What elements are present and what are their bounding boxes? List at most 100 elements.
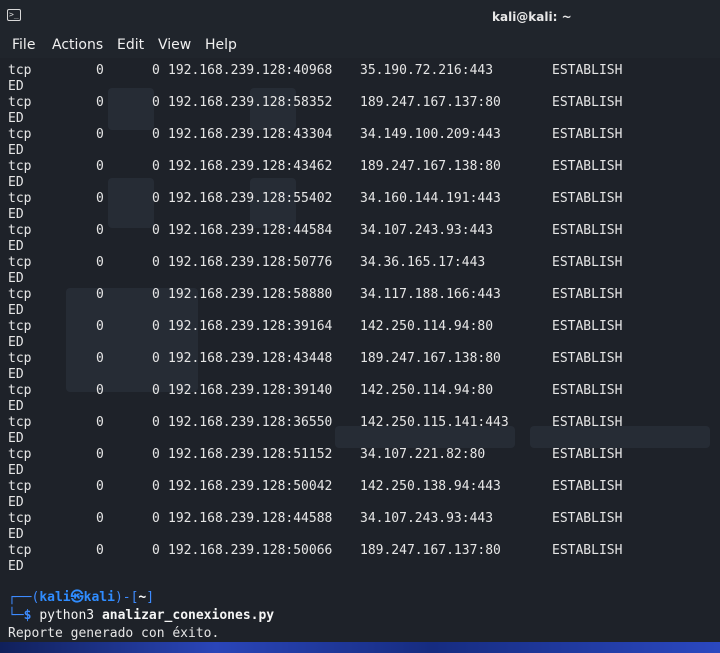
connection-foreign-address: 34.107.243.93:443 xyxy=(360,511,494,526)
connection-state: ESTABLISH xyxy=(552,223,623,238)
prompt-line-1: ┌──(kali㉿kali)-[~] xyxy=(8,590,155,605)
connection-send-q: 0 xyxy=(152,511,160,526)
connection-proto: tcp xyxy=(8,127,32,142)
connection-recv-q: 0 xyxy=(96,127,104,142)
connection-recv-q: 0 xyxy=(96,479,104,494)
connection-local-address: 192.168.239.128:55402 xyxy=(168,191,333,206)
connection-recv-q: 0 xyxy=(96,383,104,398)
connection-proto: tcp xyxy=(8,255,32,270)
connection-recv-q: 0 xyxy=(96,351,104,366)
connection-state-wrap: ED xyxy=(8,271,24,286)
connection-state-wrap: ED xyxy=(8,399,24,414)
command-name: python3 xyxy=(39,608,95,623)
connection-state-wrap: ED xyxy=(8,527,24,542)
connection-foreign-address: 189.247.167.138:80 xyxy=(360,351,501,366)
command-output: Reporte generado con éxito. xyxy=(8,626,220,641)
connection-send-q: 0 xyxy=(152,63,160,78)
connection-recv-q: 0 xyxy=(96,191,104,206)
connection-foreign-address: 142.250.115.141:443 xyxy=(360,415,509,430)
connection-state-wrap: ED xyxy=(8,367,24,382)
connection-recv-q: 0 xyxy=(96,63,104,78)
menu-file[interactable]: File xyxy=(12,37,35,53)
connection-send-q: 0 xyxy=(152,159,160,174)
connection-send-q: 0 xyxy=(152,479,160,494)
terminal-output[interactable]: tcp 0 0 192.168.239.128:40968 35.190.72.216:… xyxy=(0,58,720,642)
connection-proto: tcp xyxy=(8,319,32,334)
connection-send-q: 0 xyxy=(152,319,160,334)
connection-local-address: 192.168.239.128:43448 xyxy=(168,351,333,366)
menu-view[interactable]: View xyxy=(158,37,191,53)
connection-proto: tcp xyxy=(8,415,32,430)
connection-state: ESTABLISH xyxy=(552,127,623,142)
connection-send-q: 0 xyxy=(152,223,160,238)
connection-state-wrap: ED xyxy=(8,559,24,574)
connection-send-q: 0 xyxy=(152,255,160,270)
shell-prompt: ┌──(kali㉿kali)-[~] └─$ python3 analizar_… xyxy=(8,590,274,642)
menu-help[interactable]: Help xyxy=(205,37,237,53)
connection-proto: tcp xyxy=(8,479,32,494)
connection-recv-q: 0 xyxy=(96,543,104,558)
connection-send-q: 0 xyxy=(152,191,160,206)
menu-edit[interactable]: Edit xyxy=(117,37,144,53)
connection-state: ESTABLISH xyxy=(552,479,623,494)
connection-state: ESTABLISH xyxy=(552,447,623,462)
connection-state: ESTABLISH xyxy=(552,383,623,398)
connection-foreign-address: 34.160.144.191:443 xyxy=(360,191,501,206)
connection-foreign-address: 35.190.72.216:443 xyxy=(360,63,494,78)
connection-state: ESTABLISH xyxy=(552,191,623,206)
connection-local-address: 192.168.239.128:58880 xyxy=(168,287,333,302)
connection-recv-q: 0 xyxy=(96,255,104,270)
connection-local-address: 192.168.239.128:50042 xyxy=(168,479,333,494)
connection-foreign-address: 34.117.188.166:443 xyxy=(360,287,501,302)
desktop-folder-ghost xyxy=(108,88,154,130)
connection-state-wrap: ED xyxy=(8,463,24,478)
connection-state-wrap: ED xyxy=(8,495,24,510)
connection-proto: tcp xyxy=(8,383,32,398)
connection-local-address: 192.168.239.128:44584 xyxy=(168,223,333,238)
connection-recv-q: 0 xyxy=(96,319,104,334)
connection-proto: tcp xyxy=(8,511,32,526)
connection-local-address: 192.168.239.128:50066 xyxy=(168,543,333,558)
connection-state: ESTABLISH xyxy=(552,543,623,558)
connection-proto: tcp xyxy=(8,543,32,558)
connection-state-wrap: ED xyxy=(8,175,24,190)
connection-proto: tcp xyxy=(8,191,32,206)
connection-recv-q: 0 xyxy=(96,159,104,174)
connection-recv-q: 0 xyxy=(96,447,104,462)
connection-state-wrap: ED xyxy=(8,79,24,94)
connection-recv-q: 0 xyxy=(96,223,104,238)
connection-local-address: 192.168.239.128:58352 xyxy=(168,95,333,110)
connection-state-wrap: ED xyxy=(8,303,24,318)
connection-send-q: 0 xyxy=(152,447,160,462)
connection-state: ESTABLISH xyxy=(552,95,623,110)
connection-state: ESTABLISH xyxy=(552,255,623,270)
connection-local-address: 192.168.239.128:40968 xyxy=(168,63,333,78)
connection-recv-q: 0 xyxy=(96,95,104,110)
connection-foreign-address: 189.247.167.137:80 xyxy=(360,543,501,558)
connection-foreign-address: 34.107.243.93:443 xyxy=(360,223,494,238)
menu-bar: File Actions Edit View Help xyxy=(0,34,720,58)
connection-state: ESTABLISH xyxy=(552,319,623,334)
connection-foreign-address: 142.250.138.94:443 xyxy=(360,479,501,494)
connection-proto: tcp xyxy=(8,63,32,78)
menu-actions[interactable]: Actions xyxy=(52,37,103,53)
connection-local-address: 192.168.239.128:39164 xyxy=(168,319,333,334)
connection-recv-q: 0 xyxy=(96,415,104,430)
prompt-line-2: └─$ python3 analizar_conexiones.py xyxy=(8,608,275,623)
connection-send-q: 0 xyxy=(152,383,160,398)
connection-state-wrap: ED xyxy=(8,335,24,350)
connection-foreign-address: 34.36.165.17:443 xyxy=(360,255,486,270)
connection-state: ESTABLISH xyxy=(552,63,623,78)
desktop-wallpaper-strip xyxy=(0,642,720,653)
connection-state-wrap: ED xyxy=(8,431,24,446)
window-title: kali@kali: ~ xyxy=(492,10,572,24)
connection-local-address: 192.168.239.128:43304 xyxy=(168,127,333,142)
connection-foreign-address: 142.250.114.94:80 xyxy=(360,319,494,334)
connection-foreign-address: 189.247.167.138:80 xyxy=(360,159,501,174)
connection-local-address: 192.168.239.128:50776 xyxy=(168,255,333,270)
connection-proto: tcp xyxy=(8,159,32,174)
connection-recv-q: 0 xyxy=(96,287,104,302)
connection-send-q: 0 xyxy=(152,127,160,142)
terminal-icon[interactable]: >_ xyxy=(7,9,21,21)
connection-recv-q: 0 xyxy=(96,511,104,526)
